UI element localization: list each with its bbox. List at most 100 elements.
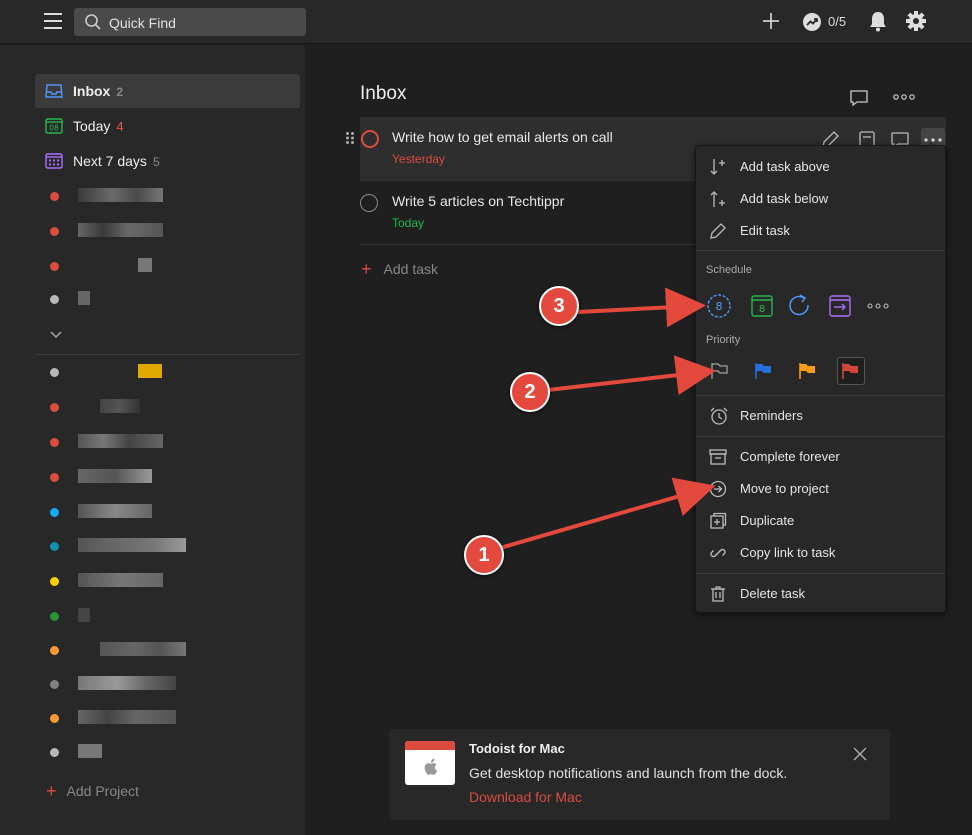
chevron-down-icon[interactable] — [50, 331, 62, 339]
more-options-icon — [867, 303, 889, 309]
blurred-project-name — [78, 469, 152, 483]
task-title[interactable]: Write how to get email alerts on call — [392, 129, 613, 145]
project-color-dot — [50, 680, 59, 689]
alarm-clock-icon — [710, 407, 728, 425]
sidebar-item-count: 5 — [152, 155, 160, 169]
task-context-menu: Add task above Add task below Edit task … — [695, 145, 946, 613]
karma-count[interactable]: 0/5 — [828, 14, 846, 29]
sidebar-item-label: Next 7 days — [73, 153, 147, 169]
flag-icon — [842, 363, 858, 379]
project-color-dot — [50, 473, 59, 482]
calendar-week-icon — [45, 153, 63, 169]
blurred-project-name — [78, 676, 176, 690]
link-icon — [710, 548, 726, 558]
project-color-dot — [50, 192, 59, 201]
more-options-icon[interactable] — [893, 94, 915, 100]
schedule-next-week-button[interactable] — [786, 292, 814, 320]
task-checkbox[interactable] — [361, 130, 379, 148]
menu-item-add-task-below[interactable]: Add task below — [696, 183, 945, 215]
sidebar-item-label: Inbox — [73, 83, 111, 99]
schedule-postpone-button[interactable] — [826, 292, 854, 320]
menu-item-label: Duplicate — [740, 513, 795, 528]
annotation-arrow-3 — [577, 287, 706, 328]
tomorrow-calendar-icon: 8 — [751, 295, 773, 317]
project-color-dot — [50, 646, 59, 655]
download-for-mac-link[interactable]: Download for Mac — [469, 789, 582, 805]
schedule-today-button[interactable]: 8 — [705, 292, 733, 320]
sidebar-item-next-7-days[interactable]: Next 7 days 5 — [35, 144, 300, 178]
add-task-plus-icon[interactable] — [760, 10, 782, 32]
search-icon — [85, 14, 101, 30]
postpone-arrow-icon — [829, 295, 851, 317]
schedule-tomorrow-button[interactable]: 8 — [748, 292, 776, 320]
priority-2-button[interactable] — [794, 357, 822, 385]
quick-find-input[interactable]: Quick Find — [74, 8, 306, 36]
menu-item-label: Add task below — [740, 191, 829, 206]
plus-icon: + — [46, 781, 57, 801]
add-below-icon — [710, 191, 725, 207]
task-due-date[interactable]: Today — [392, 216, 424, 230]
flag-icon — [711, 363, 728, 379]
menu-item-move-to-project[interactable]: Move to project — [696, 473, 945, 505]
project-color-dot — [50, 508, 59, 517]
banner-title: Todoist for Mac — [469, 741, 565, 756]
menu-item-reminders[interactable]: Reminders — [696, 400, 945, 432]
calendar-day-number: 08 — [49, 124, 59, 133]
priority-1-button[interactable] — [837, 357, 865, 385]
menu-item-copy-link[interactable]: Copy link to task — [696, 537, 945, 569]
priority-4-button[interactable] — [706, 357, 734, 385]
menu-item-label: Copy link to task — [740, 545, 836, 560]
productivity-icon[interactable] — [801, 11, 823, 33]
menu-item-duplicate[interactable]: Duplicate — [696, 505, 945, 537]
task-checkbox[interactable] — [360, 194, 378, 212]
menu-item-delete-task[interactable]: Delete task — [696, 578, 945, 610]
blurred-project-name — [138, 258, 152, 272]
add-above-icon — [710, 159, 725, 175]
comment-icon[interactable] — [849, 89, 869, 107]
add-task-button[interactable]: + Add task — [361, 259, 438, 280]
project-color-dot — [50, 262, 59, 271]
blurred-project-name — [78, 291, 90, 305]
blurred-project-name — [78, 434, 163, 448]
project-color-dot — [50, 227, 59, 236]
project-color-dot — [50, 438, 59, 447]
sidebar-divider — [35, 354, 300, 355]
menu-divider — [696, 395, 945, 396]
task-due-date[interactable]: Yesterday — [392, 152, 445, 166]
blurred-project-name — [78, 504, 152, 518]
trash-icon — [711, 586, 725, 602]
drag-handle-icon[interactable] — [345, 131, 355, 145]
menu-item-add-task-above[interactable]: Add task above — [696, 151, 945, 183]
sidebar-item-count: 2 — [116, 85, 124, 99]
menu-item-label: Move to project — [740, 481, 829, 496]
task-title[interactable]: Write 5 articles on Techtippr — [392, 193, 564, 209]
blurred-project-name — [78, 223, 163, 237]
close-icon[interactable] — [852, 746, 868, 762]
menu-item-label: Edit task — [740, 223, 790, 238]
apple-logo-icon — [424, 758, 438, 775]
priority-3-button[interactable] — [750, 357, 778, 385]
sidebar-item-inbox[interactable]: Inbox 2 — [35, 74, 300, 108]
project-color-dot — [50, 542, 59, 551]
schedule-more-button[interactable] — [867, 292, 895, 320]
blurred-project-name — [78, 744, 102, 758]
add-project-button[interactable]: + Add Project — [46, 781, 139, 802]
blurred-project-name — [78, 710, 176, 724]
inbox-icon — [45, 84, 63, 98]
settings-gear-icon[interactable] — [905, 10, 927, 32]
blurred-project-name — [138, 364, 162, 378]
menu-item-edit-task[interactable]: Edit task — [696, 215, 945, 247]
desktop-app-banner: Todoist for Mac Get desktop notification… — [389, 729, 890, 820]
banner-body: Get desktop notifications and launch fro… — [469, 765, 788, 781]
menu-item-complete-forever[interactable]: Complete forever — [696, 441, 945, 473]
menu-toggle-icon[interactable] — [44, 13, 62, 29]
flag-icon — [799, 363, 815, 379]
project-color-dot — [50, 295, 59, 304]
notifications-bell-icon[interactable] — [868, 10, 888, 32]
sidebar-item-today[interactable]: 08 Today 4 — [35, 109, 300, 143]
flag-icon — [755, 363, 771, 379]
page-title: Inbox — [360, 83, 407, 104]
today-number: 8 — [716, 300, 723, 313]
archive-box-icon — [709, 449, 727, 465]
annotation-badge-2: 2 — [510, 372, 550, 412]
